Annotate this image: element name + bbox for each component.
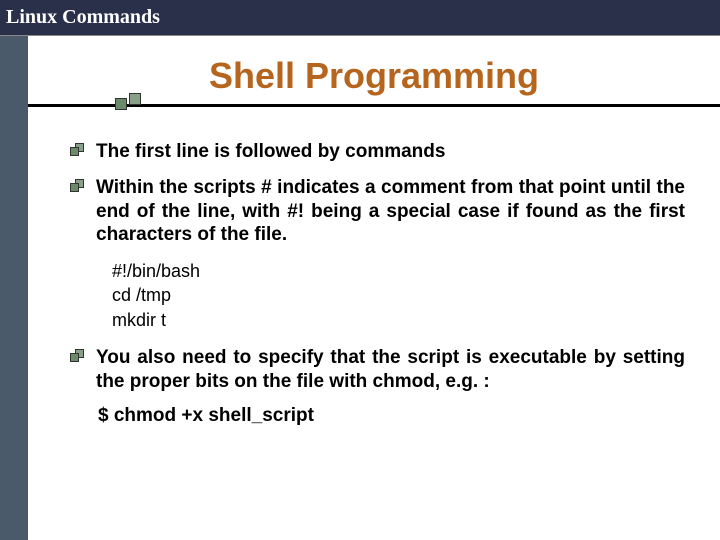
code-line: cd /tmp <box>112 283 685 307</box>
bullet-text: You also need to specify that the script… <box>96 346 685 394</box>
bullet-text: Within the scripts # indicates a comment… <box>96 176 685 247</box>
bullet-item: Within the scripts # indicates a comment… <box>70 176 685 247</box>
bullet-item: You also need to specify that the script… <box>70 346 685 394</box>
bullet-squares-icon <box>70 351 86 363</box>
code-line: #!/bin/bash <box>112 259 685 283</box>
command-line: $ chmod +x shell_script <box>98 405 685 427</box>
code-line: mkdir t <box>112 308 685 332</box>
bullet-squares-icon <box>70 145 86 157</box>
slide-title-area: Shell Programming <box>28 55 720 97</box>
square-icon <box>115 98 127 110</box>
bullet-item: The first line is followed by commands <box>70 140 685 164</box>
content-area: The first line is followed by commands W… <box>70 140 685 427</box>
bullet-text: The first line is followed by commands <box>96 140 685 164</box>
header-bar: Linux Commands <box>0 0 720 36</box>
slide-title: Shell Programming <box>209 55 539 97</box>
code-block: #!/bin/bash cd /tmp mkdir t <box>112 259 685 332</box>
title-decor-squares <box>115 93 155 113</box>
left-accent-band <box>0 0 28 540</box>
header-title: Linux Commands <box>6 6 160 29</box>
square-icon <box>129 93 141 105</box>
bullet-squares-icon <box>70 181 86 193</box>
